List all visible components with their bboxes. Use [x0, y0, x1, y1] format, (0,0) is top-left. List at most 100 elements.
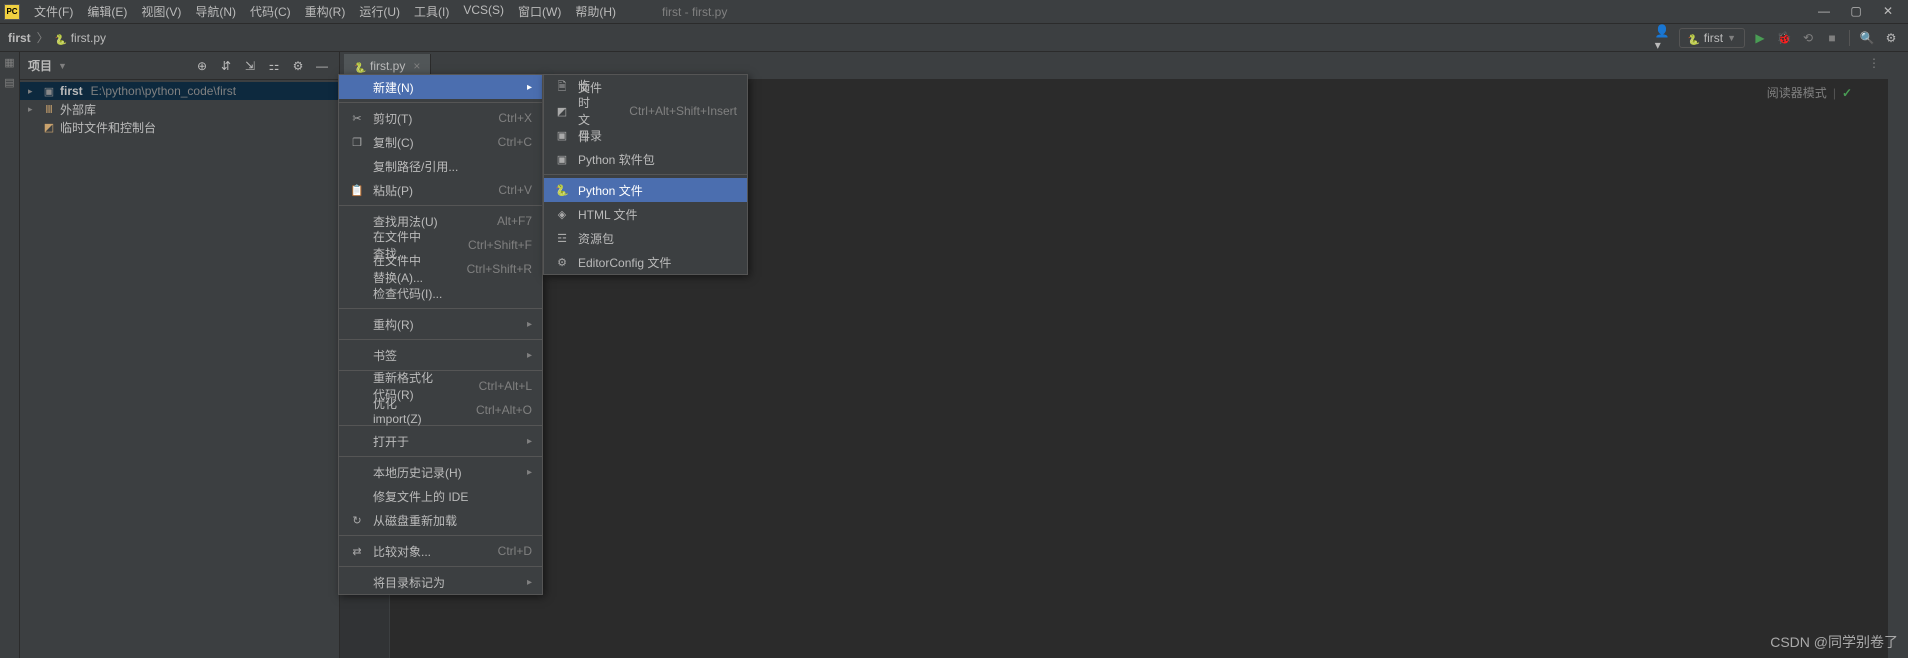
run-with-coverage-icon[interactable]: ⟲ [1799, 29, 1817, 47]
ctx-new-item-0[interactable]: 🗎文件 [544, 75, 747, 99]
target-icon[interactable]: ⊕ [193, 57, 211, 75]
chevron-right-icon[interactable]: ▸ [28, 104, 38, 115]
structure-tool-icon[interactable]: ▤ [2, 76, 18, 92]
menu-navigate[interactable]: 导航(N) [189, 1, 242, 22]
project-panel-title: 项目 [28, 57, 52, 74]
chevron-down-icon[interactable]: ▼ [58, 61, 67, 71]
reader-mode-label: 阅读器模式 [1767, 84, 1827, 101]
menu-item-label: 将目录标记为 [373, 574, 519, 591]
breadcrumb-root[interactable]: first [8, 31, 31, 45]
ctx-new-item-5[interactable]: 🐍Python 文件 [544, 178, 747, 202]
menu-item-shortcut: Ctrl+Alt+O [476, 403, 532, 417]
tree-row-project-root[interactable]: ▸ ▣ first E:\python\python_code\first [20, 82, 339, 100]
ctx-main-item-17[interactable]: 优化 import(Z)Ctrl+Alt+O [339, 398, 542, 422]
html-icon: ◈ [554, 208, 570, 221]
ctx-main-item-10[interactable]: 检查代码(I)... [339, 281, 542, 305]
ctx-main-item-0[interactable]: 新建(N)▸ [339, 75, 542, 99]
ctx-main-item-5[interactable]: 📋粘贴(P)Ctrl+V [339, 178, 542, 202]
close-icon[interactable]: × [413, 59, 420, 73]
ctx-main-item-16[interactable]: 重新格式化代码(R)Ctrl+Alt+L [339, 374, 542, 398]
project-tree: ▸ ▣ first E:\python\python_code\first ▸ … [20, 80, 339, 658]
ctx-main-item-25[interactable]: ⇄比较对象...Ctrl+D [339, 539, 542, 563]
menu-item-label: 复制路径/引用... [373, 158, 532, 175]
menu-item-shortcut: Ctrl+Alt+L [479, 379, 532, 393]
chevron-down-icon: ▼ [1727, 33, 1736, 43]
close-icon[interactable]: ✕ [1880, 4, 1896, 20]
tree-label: 临时文件和控制台 [60, 119, 156, 136]
menu-file[interactable]: 文件(F) [28, 1, 79, 22]
breadcrumb: first 〉 first.py [8, 29, 106, 46]
menu-item-label: 检查代码(I)... [373, 285, 532, 302]
hide-icon[interactable]: — [313, 57, 331, 75]
menu-item-label: 本地历史记录(H) [373, 464, 519, 481]
menu-item-label: 打开于 [373, 433, 519, 450]
ctx-main-item-9[interactable]: 在文件中替换(A)...Ctrl+Shift+R [339, 257, 542, 281]
scratch-icon: ◩ [42, 121, 56, 134]
chevron-right-icon: 〉 [37, 29, 49, 46]
collapse-icon[interactable]: ⇲ [241, 57, 259, 75]
menu-separator [544, 174, 747, 175]
menu-window[interactable]: 窗口(W) [512, 1, 567, 22]
menu-item-shortcut: Ctrl+C [498, 135, 532, 149]
ctx-main-item-4[interactable]: 复制路径/引用... [339, 154, 542, 178]
tree-path: E:\python\python_code\first [91, 84, 236, 98]
ctx-new-item-1[interactable]: ◩临时文件Ctrl+Alt+Shift+Insert [544, 99, 747, 123]
ctx-main-item-21[interactable]: 本地历史记录(H) ▸ [339, 460, 542, 484]
ctx-new-item-6[interactable]: ◈ HTML 文件 [544, 202, 747, 226]
ctx-new-item-7[interactable]: ☲资源包 [544, 226, 747, 250]
tree-row-scratches[interactable]: ◩ 临时文件和控制台 [20, 118, 339, 136]
menu-tools[interactable]: 工具(I) [408, 1, 455, 22]
ctx-main-item-27[interactable]: 将目录标记为▸ [339, 570, 542, 594]
ctx-main-item-2[interactable]: ✂剪切(T)Ctrl+X [339, 106, 542, 130]
tree-row-external-libs[interactable]: ▸ Ⅲ 外部库 [20, 100, 339, 118]
project-tool-icon[interactable]: ▦ [2, 56, 18, 72]
maximize-icon[interactable]: ▢ [1848, 4, 1864, 20]
expand-icon[interactable]: ⇵ [217, 57, 235, 75]
gear-icon[interactable]: ⚙ [1882, 29, 1900, 47]
stop-icon[interactable]: ■ [1823, 29, 1841, 47]
check-icon: ✓ [1842, 86, 1852, 100]
debug-icon[interactable]: 🐞 [1775, 29, 1793, 47]
breadcrumb-file[interactable]: first.py [71, 31, 106, 45]
menu-run[interactable]: 运行(U) [353, 1, 406, 22]
paste-icon: 📋 [349, 184, 365, 197]
ctx-main-item-22[interactable]: 修复文件上的 IDE [339, 484, 542, 508]
ctx-main-item-3[interactable]: ❐复制(C)Ctrl+C [339, 130, 542, 154]
minimize-icon[interactable]: — [1816, 4, 1832, 20]
menu-item-label: HTML 文件 [578, 206, 737, 223]
search-icon[interactable]: 🔍 [1858, 29, 1876, 47]
user-icon[interactable]: 👤▾ [1655, 29, 1673, 47]
navbar: first 〉 first.py 👤▾ first ▼ ▶ 🐞 ⟲ ■ 🔍 ⚙ [0, 24, 1908, 52]
menu-separator [339, 566, 542, 567]
python-icon: 🐍 [554, 184, 570, 197]
reader-mode-banner[interactable]: 阅读器模式 | ✓ [1767, 84, 1852, 101]
menu-item-label: 粘贴(P) [373, 182, 460, 199]
ctx-new-item-2[interactable]: ▣目录 [544, 123, 747, 147]
bundle-icon: ☲ [554, 232, 570, 245]
run-icon[interactable]: ▶ [1751, 29, 1769, 47]
menu-view[interactable]: 视图(V) [135, 1, 187, 22]
menu-item-label: 从磁盘重新加载 [373, 512, 532, 529]
ctx-main-item-19[interactable]: 打开于▸ [339, 429, 542, 453]
more-icon[interactable]: ⋮ [1868, 56, 1880, 70]
ctx-main-item-23[interactable]: ↻从磁盘重新加载 [339, 508, 542, 532]
watermark: CSDN @同学别卷了 [1770, 632, 1898, 652]
ctx-main-item-12[interactable]: 重构(R)▸ [339, 312, 542, 336]
ctx-main-item-14[interactable]: 书签▸ [339, 343, 542, 367]
menu-help[interactable]: 帮助(H) [569, 1, 622, 22]
chevron-right-icon: ▸ [527, 467, 532, 478]
ctx-new-item-3[interactable]: ▣Python 软件包 [544, 147, 747, 171]
menu-vcs[interactable]: VCS(S) [457, 1, 510, 22]
scratch-icon: ◩ [554, 105, 570, 118]
filter-icon[interactable]: ⚏ [265, 57, 283, 75]
menu-code[interactable]: 代码(C) [244, 1, 297, 22]
menu-edit[interactable]: 编辑(E) [81, 1, 133, 22]
run-config-selector[interactable]: first ▼ [1679, 28, 1745, 48]
ctx-new-item-8[interactable]: ⚙EditorConfig 文件 [544, 250, 747, 274]
menu-item-label: 优化 import(Z) [373, 395, 438, 426]
menu-refactor[interactable]: 重构(R) [299, 1, 352, 22]
gear-icon[interactable]: ⚙ [289, 57, 307, 75]
chevron-right-icon[interactable]: ▸ [28, 86, 38, 97]
ctx-main-item-7[interactable]: 查找用法(U)Alt+F7 [339, 209, 542, 233]
ctx-main-item-8[interactable]: 在文件中查找...Ctrl+Shift+F [339, 233, 542, 257]
